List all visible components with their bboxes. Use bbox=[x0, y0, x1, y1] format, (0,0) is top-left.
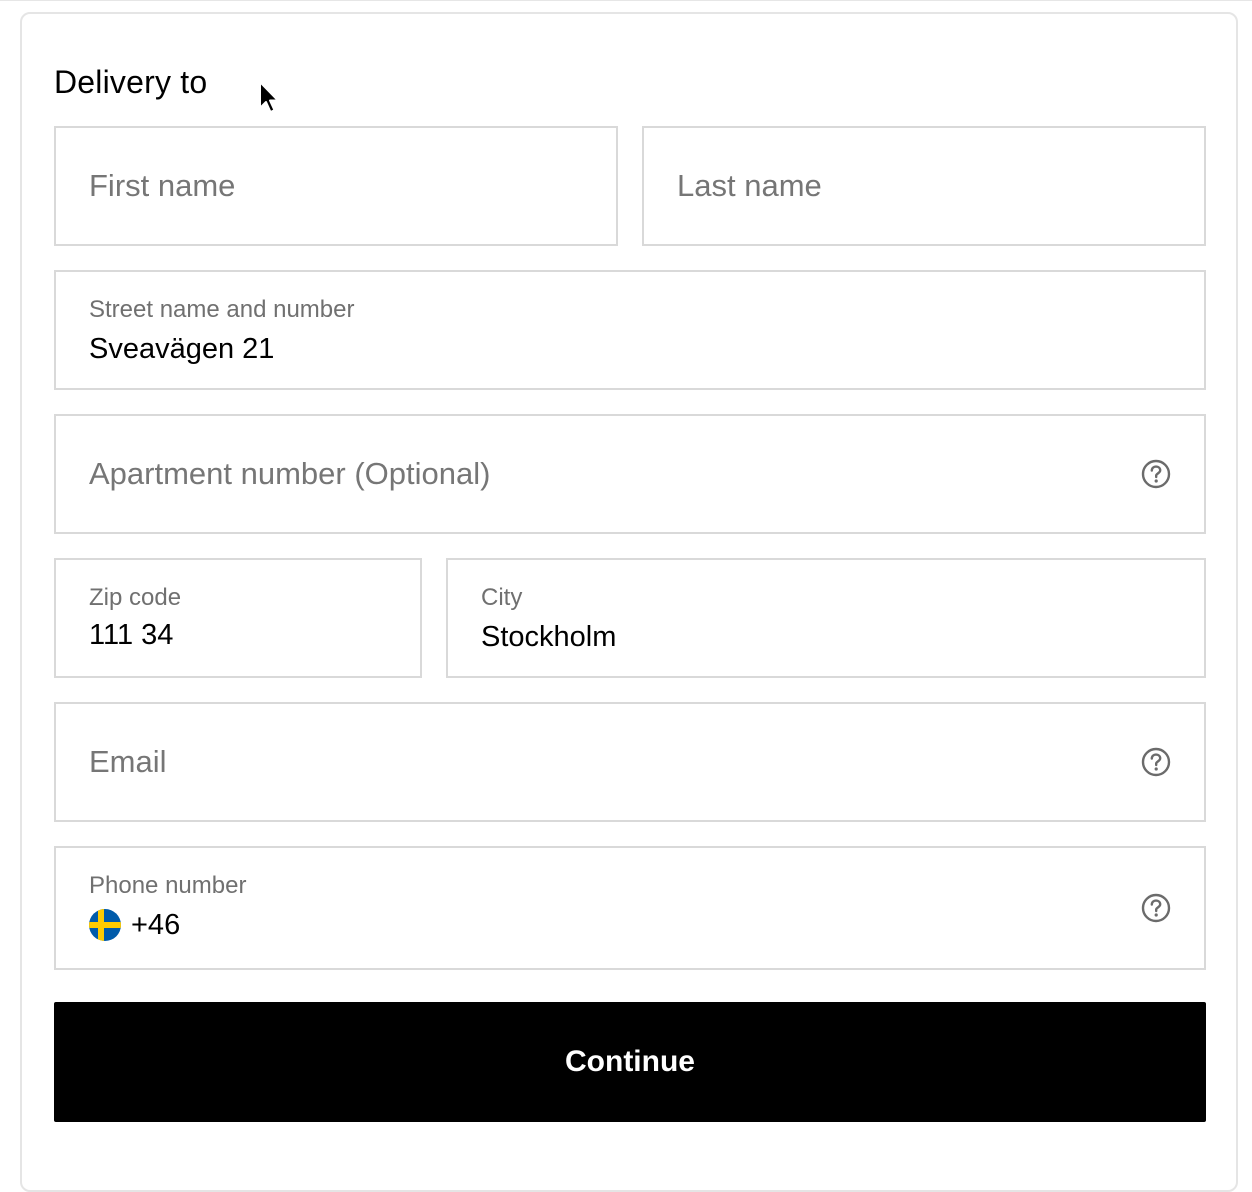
help-circle-icon[interactable] bbox=[1141, 459, 1171, 489]
phone-value: +46 bbox=[89, 908, 180, 942]
phone-field[interactable]: Phone number +46 bbox=[54, 846, 1206, 970]
email-field[interactable]: Email bbox=[54, 702, 1206, 822]
city-value: Stockholm bbox=[481, 621, 617, 653]
city-field[interactable]: City Stockholm bbox=[446, 558, 1206, 678]
apartment-placeholder: Apartment number (Optional) bbox=[89, 456, 491, 491]
phone-country-code: +46 bbox=[131, 909, 181, 941]
apartment-field[interactable]: Apartment number (Optional) bbox=[54, 414, 1206, 534]
continue-button[interactable]: Continue bbox=[54, 1002, 1206, 1122]
phone-label: Phone number bbox=[89, 872, 247, 899]
mouse-cursor-icon bbox=[259, 81, 279, 113]
zip-code-label: Zip code bbox=[89, 584, 182, 611]
last-name-placeholder: Last name bbox=[677, 168, 822, 203]
sweden-flag-icon[interactable] bbox=[89, 909, 121, 941]
street-label: Street name and number bbox=[89, 296, 355, 323]
first-name-field[interactable]: First name bbox=[54, 126, 618, 246]
zip-code-field[interactable]: Zip code 111 34 bbox=[54, 558, 422, 678]
last-name-field[interactable]: Last name bbox=[642, 126, 1206, 246]
street-field[interactable]: Street name and number Sveavägen 21 bbox=[54, 270, 1206, 390]
city-label: City bbox=[481, 584, 523, 611]
zip-code-value: 111 34 bbox=[89, 619, 174, 651]
street-value: Sveavägen 21 bbox=[89, 333, 275, 365]
email-placeholder: Email bbox=[89, 744, 167, 779]
form-title: Delivery to bbox=[54, 64, 208, 100]
help-circle-icon[interactable] bbox=[1141, 747, 1171, 777]
help-circle-icon[interactable] bbox=[1141, 893, 1171, 923]
top-divider bbox=[0, 0, 1252, 1]
first-name-placeholder: First name bbox=[89, 168, 236, 203]
